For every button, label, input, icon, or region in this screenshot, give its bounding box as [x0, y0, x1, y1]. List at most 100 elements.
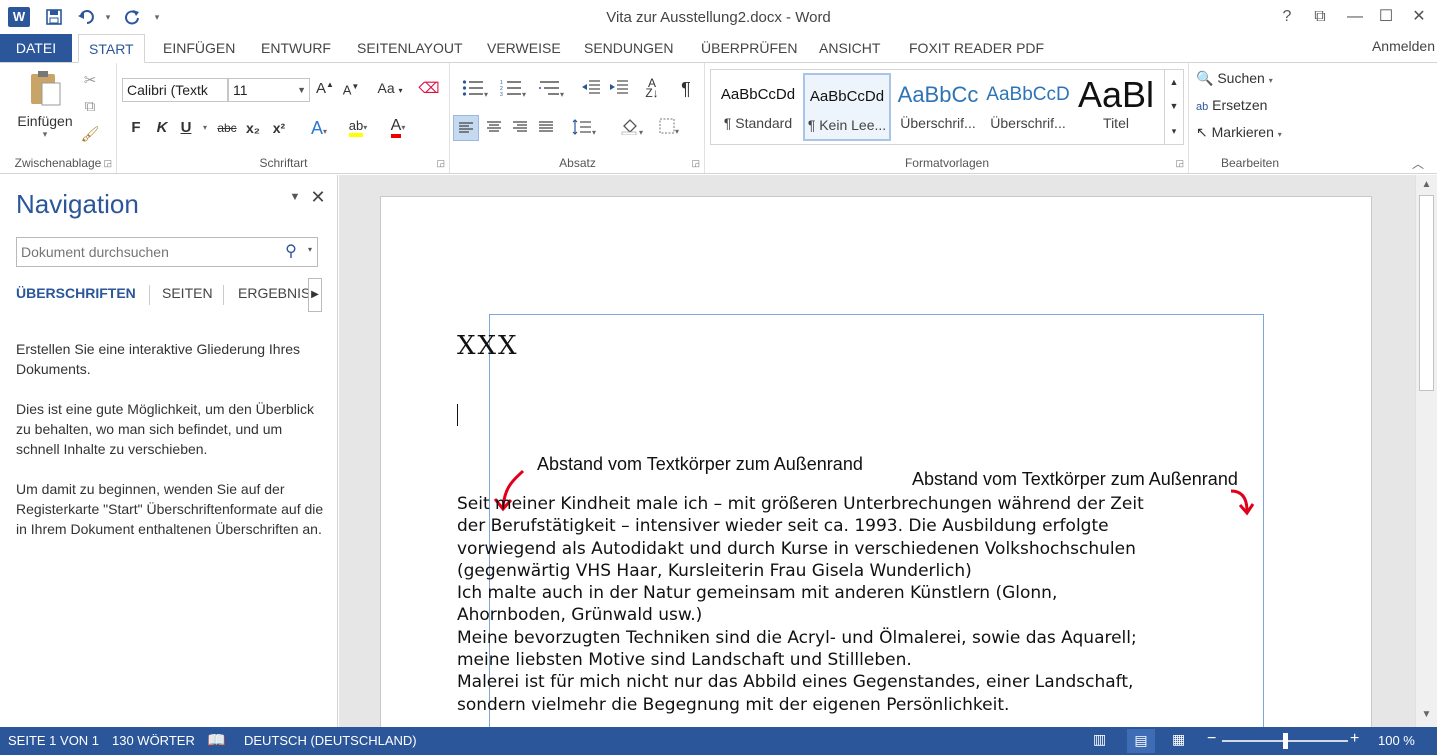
font-name-value: Calibri (Textk — [127, 82, 208, 98]
search-input[interactable] — [17, 238, 267, 266]
style-titel[interactable]: AaBl Titel — [1072, 73, 1160, 141]
show-formatting-button[interactable]: ¶ — [675, 79, 697, 100]
tab-datei[interactable]: DATEI — [0, 34, 72, 62]
close-button[interactable]: ✕ — [1404, 4, 1434, 30]
tab-seitenlayout[interactable]: SEITENLAYOUT — [347, 34, 473, 62]
tabs-scroll-right-icon[interactable]: ▶ — [308, 278, 322, 312]
scroll-up-icon[interactable]: ▲ — [1416, 179, 1437, 190]
zoom-in-icon[interactable]: + — [1350, 730, 1359, 748]
help-button[interactable]: ? — [1272, 4, 1302, 30]
styles-scroll-up-icon[interactable]: ▲ — [1164, 70, 1183, 94]
line-spacing-button[interactable]: ▾ — [567, 119, 601, 139]
minimize-button[interactable]: — — [1340, 4, 1370, 30]
highlight-button[interactable]: ab▾ — [340, 117, 376, 137]
zoom-level[interactable]: 100 % — [1378, 733, 1415, 748]
word-count-status[interactable]: 130 WÖRTER — [112, 733, 195, 748]
align-center-button[interactable] — [481, 115, 507, 141]
font-launcher-icon[interactable]: ◲ — [436, 158, 445, 169]
proofing-icon[interactable]: 📖 — [207, 731, 226, 749]
tab-foxit-reader-pdf[interactable]: FOXIT READER PDF — [899, 34, 1054, 62]
tab-verweise[interactable]: VERWEISE — [477, 34, 571, 62]
strikethrough-button[interactable]: abc — [215, 121, 239, 135]
subscript-button[interactable]: x₂ — [244, 120, 262, 136]
zoom-slider-thumb[interactable] — [1282, 733, 1288, 749]
increase-indent-icon[interactable] — [607, 79, 631, 99]
tab-seiten[interactable]: SEITEN — [162, 285, 213, 301]
maximize-button[interactable]: ☐ — [1371, 4, 1401, 30]
align-right-button[interactable] — [507, 115, 533, 141]
vertical-scrollbar[interactable]: ▲ ▼ — [1415, 175, 1437, 727]
shading-button[interactable]: ▾ — [615, 117, 649, 139]
tab-entwurf[interactable]: ENTWURF — [251, 34, 341, 62]
clipboard-launcher-icon[interactable]: ◲ — [103, 158, 112, 169]
font-size-combo[interactable]: 11 ▼ — [228, 78, 310, 102]
clear-formatting-icon[interactable]: ⌫ — [418, 79, 440, 97]
tab-ansicht[interactable]: ANSICHT — [809, 34, 890, 62]
clipboard-group-label: Zwischenablage — [14, 156, 102, 170]
bullets-button[interactable]: ▾ — [457, 79, 493, 101]
search-icon[interactable]: ⚲ — [281, 241, 301, 261]
copy-icon[interactable]: ⧉ — [80, 98, 100, 118]
styles-scroll-down-icon[interactable]: ▼ — [1164, 94, 1183, 118]
tab-start[interactable]: START — [78, 34, 145, 63]
decrease-indent-icon[interactable] — [579, 79, 603, 99]
nav-help-paragraph: Dies ist eine gute Möglichkeit, um den Ü… — [16, 401, 315, 457]
style-ueberschrift-2[interactable]: AaBbCcD Überschrif... — [984, 73, 1072, 141]
format-painter-icon[interactable]: 🖌 — [80, 125, 100, 145]
read-mode-icon[interactable]: ▥ — [1093, 731, 1106, 748]
change-case-button[interactable]: Aa ▾ — [372, 80, 408, 96]
find-button[interactable]: 🔍 Suchen ▾ — [1196, 70, 1306, 87]
style-ueberschrift-1[interactable]: AaBbCc Überschrif... — [894, 73, 982, 141]
sort-icon[interactable]: A Z↓ — [641, 77, 663, 99]
search-options-icon[interactable]: ▾ — [304, 245, 316, 254]
grow-font-button[interactable]: A▲ — [316, 80, 334, 97]
print-layout-icon[interactable]: ▤ — [1127, 729, 1155, 753]
paragraph-launcher-icon[interactable]: ◲ — [691, 158, 700, 169]
scroll-down-icon[interactable]: ▼ — [1416, 709, 1437, 720]
underline-button[interactable]: U — [178, 119, 194, 136]
paste-button[interactable]: Einfügen ▾ — [14, 69, 76, 149]
multilevel-list-button[interactable]: ▾ — [533, 79, 569, 101]
font-name-combo[interactable]: Calibri (Textk — [122, 78, 228, 102]
zoom-out-icon[interactable]: − — [1207, 730, 1216, 748]
tab-ueberschriften[interactable]: ÜBERSCHRIFTEN — [16, 285, 136, 301]
styles-more-icon[interactable]: ▾ — [1164, 118, 1183, 144]
cut-icon[interactable]: ✂ — [80, 71, 100, 91]
sign-in-link[interactable]: Anmelden — [1372, 38, 1435, 54]
style-name: ¶ Standard — [723, 115, 793, 131]
style-standard[interactable]: AaBbCcDd ¶ Standard — [714, 73, 802, 141]
style-preview: AaBbCcD — [986, 84, 1070, 105]
align-left-button[interactable] — [453, 115, 479, 141]
paste-dropdown-icon: ▾ — [42, 129, 48, 139]
tab-sendungen[interactable]: SENDUNGEN — [574, 34, 683, 62]
underline-dropdown-icon[interactable]: ▾ — [200, 123, 210, 132]
borders-button[interactable]: ▾ — [651, 118, 687, 138]
styles-launcher-icon[interactable]: ◲ — [1175, 158, 1184, 169]
collapse-ribbon-icon[interactable]: ︿ — [1410, 155, 1426, 172]
tab-ergebnisse[interactable]: ERGEBNISSE — [238, 285, 310, 301]
pane-options-icon[interactable]: ▼ — [288, 191, 302, 203]
document-body[interactable]: Seit meiner Kindheit male ich – mit größ… — [457, 493, 1217, 716]
scrollbar-thumb[interactable] — [1419, 195, 1434, 391]
tab-einfuegen[interactable]: EINFÜGEN — [153, 34, 245, 62]
page-count-status[interactable]: SEITE 1 VON 1 — [8, 733, 99, 748]
italic-button[interactable]: K — [154, 119, 170, 136]
numbering-button[interactable]: 1 2 3 ▾ — [495, 79, 531, 101]
document-heading[interactable]: XXX — [457, 331, 519, 361]
ribbon: Einfügen ▾ ✂ ⧉ 🖌 Zwischenablage ◲ Calibr… — [0, 62, 1437, 174]
replace-button[interactable]: ab Ersetzen — [1196, 97, 1306, 113]
web-layout-icon[interactable]: ▦ — [1172, 731, 1185, 748]
language-status[interactable]: DEUTSCH (DEUTSCHLAND) — [244, 733, 417, 748]
tab-ueberpruefen[interactable]: ÜBERPRÜFEN — [691, 34, 807, 62]
ribbon-display-options-button[interactable]: ⧉ — [1305, 4, 1335, 30]
superscript-button[interactable]: x² — [270, 120, 288, 136]
justify-button[interactable] — [533, 115, 559, 141]
select-button[interactable]: ↖ Markieren ▾ — [1196, 124, 1306, 141]
bold-button[interactable]: F — [128, 119, 144, 136]
font-color-button[interactable]: A▾ — [380, 117, 416, 138]
text-effects-button[interactable]: A▾ — [304, 118, 334, 139]
shrink-font-button[interactable]: A▼ — [342, 82, 360, 97]
styles-group-label: Formatvorlagen — [904, 156, 990, 170]
close-pane-icon[interactable]: ✕ — [308, 187, 328, 208]
style-kein-leerraum[interactable]: AaBbCcDd ¶ Kein Lee... — [803, 73, 891, 141]
